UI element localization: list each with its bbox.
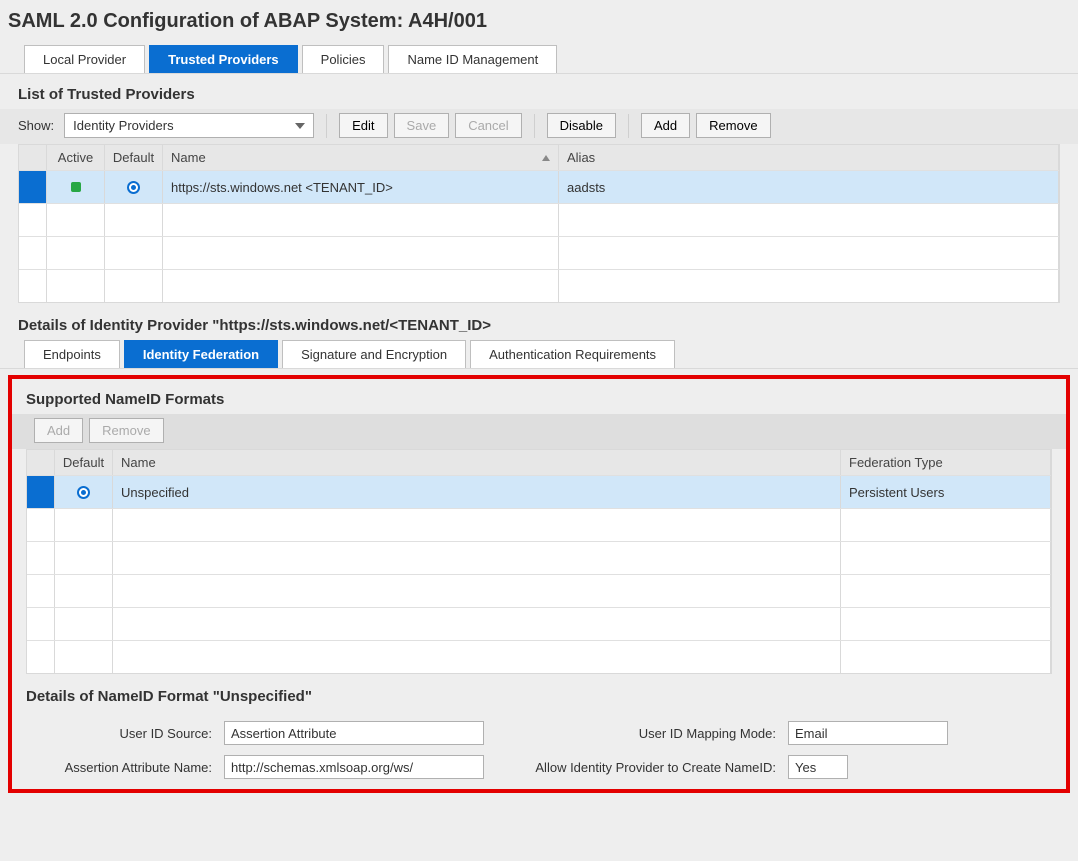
cell-default[interactable] xyxy=(55,476,113,508)
user-id-mapping-field[interactable]: Email xyxy=(788,721,948,745)
radio-selected-icon xyxy=(127,181,140,194)
label-user-id-source: User ID Source: xyxy=(32,726,212,741)
nameid-add-button[interactable]: Add xyxy=(34,418,83,443)
col-federation-type[interactable]: Federation Type xyxy=(841,450,1051,475)
table-row[interactable]: https://sts.windows.net <TENANT_ID> aads… xyxy=(19,170,1059,203)
tab-identity-federation[interactable]: Identity Federation xyxy=(124,340,278,368)
main-tab-strip: Local Provider Trusted Providers Policie… xyxy=(0,45,1078,74)
save-button[interactable]: Save xyxy=(394,113,450,138)
table-row[interactable] xyxy=(19,269,1059,302)
assertion-attr-name-field[interactable]: http://schemas.xmlsoap.org/ws/ xyxy=(224,755,484,779)
table-row[interactable]: Unspecified Persistent Users xyxy=(27,475,1051,508)
providers-toolbar: Show: Identity Providers Edit Save Cance… xyxy=(0,109,1078,144)
add-button[interactable]: Add xyxy=(641,113,690,138)
tab-authentication-requirements[interactable]: Authentication Requirements xyxy=(470,340,675,368)
nameid-details-title: Details of NameID Format "Unspecified" xyxy=(12,674,1066,711)
tab-endpoints[interactable]: Endpoints xyxy=(24,340,120,368)
show-label: Show: xyxy=(18,118,54,133)
providers-section-title: List of Trusted Providers xyxy=(0,80,1078,109)
table-header: Default Name Federation Type xyxy=(27,450,1051,475)
col-handle xyxy=(27,450,55,475)
col-name[interactable]: Name xyxy=(163,145,559,170)
user-id-source-field[interactable]: Assertion Attribute xyxy=(224,721,484,745)
cell-federation-type: Persistent Users xyxy=(841,476,1051,508)
col-default[interactable]: Default xyxy=(55,450,113,475)
nameid-details-form: User ID Source: Assertion Attribute User… xyxy=(12,711,1066,779)
table-row[interactable] xyxy=(27,541,1051,574)
separator xyxy=(326,114,327,138)
edit-button[interactable]: Edit xyxy=(339,113,387,138)
tab-policies[interactable]: Policies xyxy=(302,45,385,73)
disable-button[interactable]: Disable xyxy=(547,113,616,138)
table-header: Active Default Name Alias xyxy=(19,145,1059,170)
separator xyxy=(628,114,629,138)
show-select[interactable]: Identity Providers xyxy=(64,113,314,138)
cell-name: https://sts.windows.net <TENANT_ID> xyxy=(163,171,559,203)
label-user-id-mapping: User ID Mapping Mode: xyxy=(496,726,776,741)
cell-alias: aadsts xyxy=(559,171,1059,203)
page-title: SAML 2.0 Configuration of ABAP System: A… xyxy=(0,0,1078,45)
nameid-remove-button[interactable]: Remove xyxy=(89,418,163,443)
sort-ascending-icon xyxy=(542,155,550,161)
providers-table: Active Default Name Alias https://sts.wi… xyxy=(18,144,1060,303)
active-indicator-icon xyxy=(71,182,81,192)
separator xyxy=(534,114,535,138)
table-row[interactable] xyxy=(27,640,1051,673)
table-row[interactable] xyxy=(19,236,1059,269)
cell-name: Unspecified xyxy=(113,476,841,508)
row-selector[interactable] xyxy=(19,171,47,203)
nameid-toolbar: Add Remove xyxy=(12,414,1066,449)
col-default[interactable]: Default xyxy=(105,145,163,170)
label-assertion-attr-name: Assertion Attribute Name: xyxy=(32,760,212,775)
tab-trusted-providers[interactable]: Trusted Providers xyxy=(149,45,298,73)
tab-signature-encryption[interactable]: Signature and Encryption xyxy=(282,340,466,368)
col-name-label: Name xyxy=(171,150,206,165)
chevron-down-icon xyxy=(295,123,305,129)
cell-default[interactable] xyxy=(105,171,163,203)
col-handle xyxy=(19,145,47,170)
tab-local-provider[interactable]: Local Provider xyxy=(24,45,145,73)
show-select-value: Identity Providers xyxy=(73,118,173,133)
radio-selected-icon xyxy=(77,486,90,499)
cancel-button[interactable]: Cancel xyxy=(455,113,521,138)
remove-button[interactable]: Remove xyxy=(696,113,770,138)
col-alias[interactable]: Alias xyxy=(559,145,1059,170)
table-row[interactable] xyxy=(27,574,1051,607)
nameid-section-title: Supported NameID Formats xyxy=(12,385,1066,414)
table-row[interactable] xyxy=(27,508,1051,541)
row-selector[interactable] xyxy=(27,476,55,508)
sub-tab-strip: Endpoints Identity Federation Signature … xyxy=(0,340,1078,369)
nameid-table: Default Name Federation Type Unspecified… xyxy=(26,449,1052,674)
highlight-box: Supported NameID Formats Add Remove Defa… xyxy=(8,375,1070,793)
tab-name-id-management[interactable]: Name ID Management xyxy=(388,45,557,73)
col-name[interactable]: Name xyxy=(113,450,841,475)
col-active[interactable]: Active xyxy=(47,145,105,170)
idp-details-title: Details of Identity Provider "https://st… xyxy=(0,303,1078,340)
table-row[interactable] xyxy=(19,203,1059,236)
allow-create-field[interactable]: Yes xyxy=(788,755,848,779)
label-allow-create: Allow Identity Provider to Create NameID… xyxy=(496,760,776,775)
cell-active xyxy=(47,171,105,203)
table-row[interactable] xyxy=(27,607,1051,640)
